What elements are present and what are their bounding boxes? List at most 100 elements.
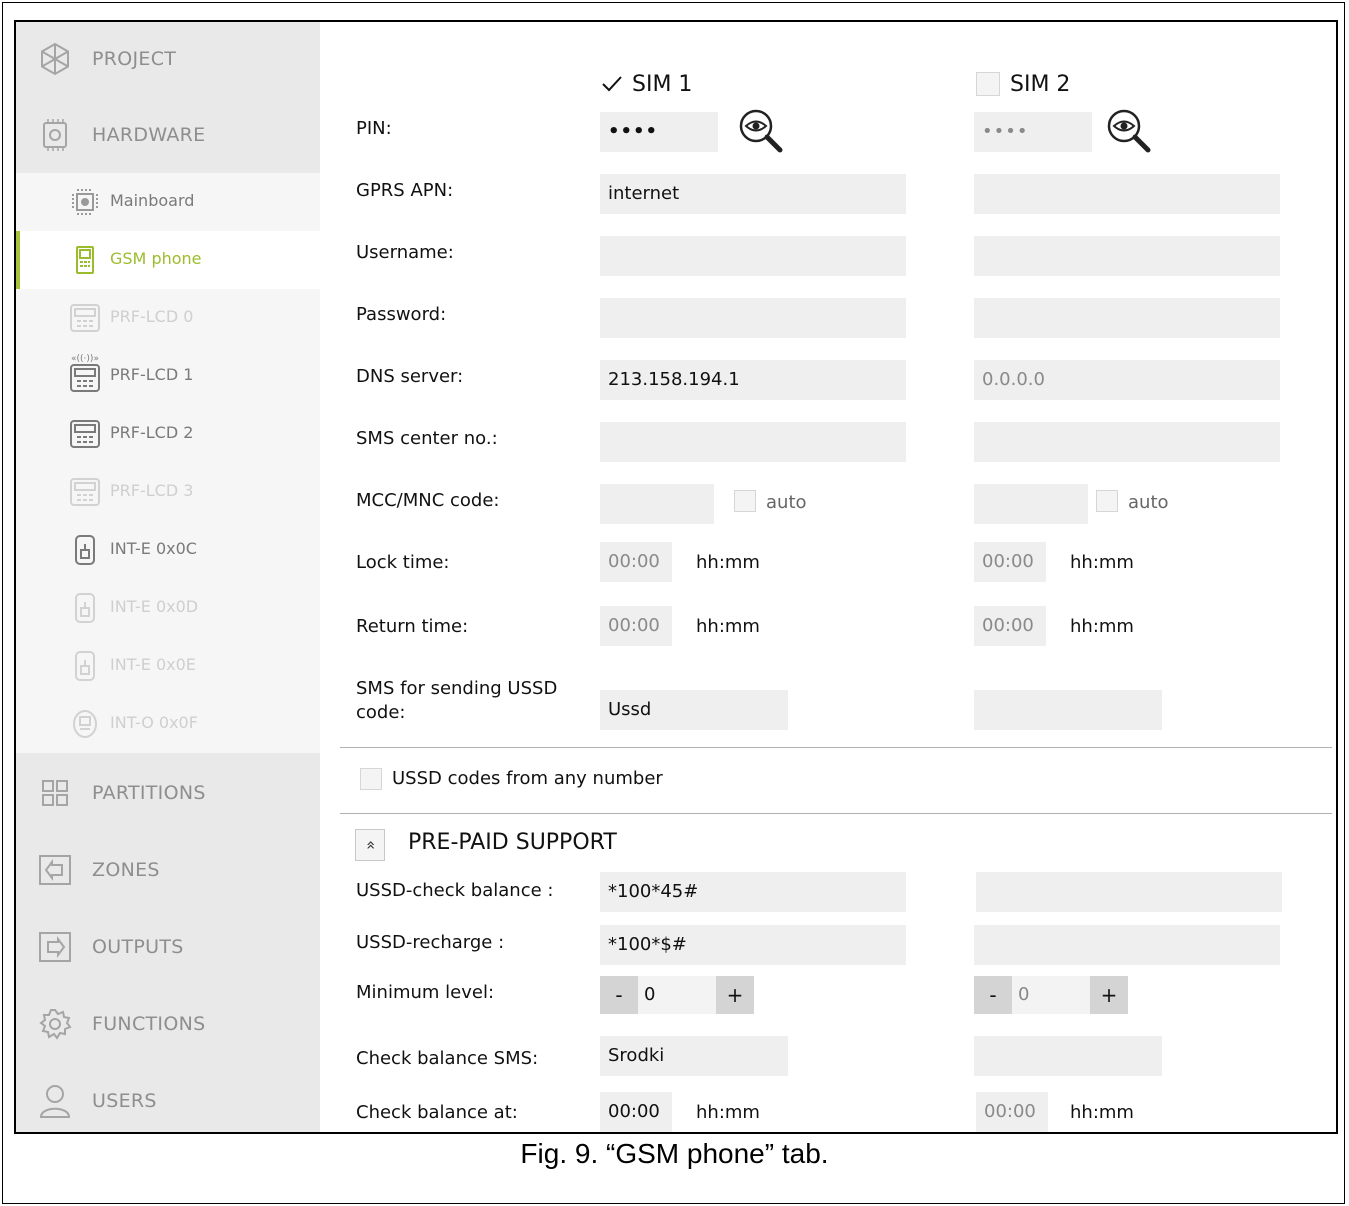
gear-icon: [38, 1007, 72, 1041]
ussd-sms-label-line1: SMS for sending USSD: [356, 678, 558, 699]
sim2-pin-field[interactable]: ••••: [974, 112, 1092, 152]
nav-hardware-label: HARDWARE: [92, 124, 206, 146]
nav-outputs[interactable]: OUTPUTS: [16, 930, 320, 964]
sim2-show-pin-button[interactable]: [1106, 108, 1154, 154]
sim1-pin-field[interactable]: ••••: [600, 112, 718, 152]
sidebar-item-int-e-0x0d[interactable]: INT-E 0x0D: [16, 579, 320, 637]
return-time-label: Return time:: [356, 616, 469, 637]
sidebar-item-prf-lcd-3[interactable]: PRF-LCD 3: [16, 463, 320, 521]
sim2-dns-field[interactable]: 0.0.0.0: [974, 360, 1280, 400]
checkmark-icon: [602, 76, 622, 92]
magnifier-eye-icon: [1107, 109, 1151, 153]
sim2-min-level-increment[interactable]: +: [1090, 976, 1128, 1014]
sim1-mcc-auto-checkbox[interactable]: [734, 490, 756, 512]
sim1-dns-field[interactable]: 213.158.194.1: [600, 360, 906, 400]
sim1-check-balance-field[interactable]: *100*45#: [600, 872, 906, 912]
phone-icon: [68, 243, 102, 277]
sim2-min-level-value[interactable]: 0: [1012, 976, 1090, 1014]
sim1-recharge-field[interactable]: *100*$#: [600, 925, 906, 965]
nav-partitions-label: PARTITIONS: [92, 782, 206, 804]
check-balance-label: USSD-check balance :: [356, 880, 554, 901]
nav-partitions[interactable]: PARTITIONS: [16, 776, 320, 810]
outputs-icon: [38, 930, 72, 964]
sidebar-item-label: INT-E 0x0E: [110, 655, 196, 674]
nav-project[interactable]: PROJECT: [16, 42, 320, 76]
sim1-label: SIM 1: [632, 72, 693, 97]
sim2-apn-field[interactable]: [974, 174, 1280, 214]
sim1-check-at-unit: hh:mm: [696, 1102, 760, 1123]
sidebar-item-gsm-phone[interactable]: GSM phone: [16, 231, 320, 289]
svg-text:«((·))»: «((·))»: [71, 354, 99, 364]
app-window: PROJECT HARDWARE Mainboard GSM phone PRF…: [14, 20, 1338, 1134]
sim2-min-level-decrement[interactable]: -: [974, 976, 1012, 1014]
sim2-recharge-field[interactable]: [974, 925, 1280, 965]
nav-hardware[interactable]: HARDWARE: [16, 118, 320, 152]
keypad-icon: [68, 475, 102, 509]
sim1-apn-field[interactable]: internet: [600, 174, 906, 214]
sidebar-item-label: GSM phone: [110, 249, 202, 268]
wireless-keypad-icon: «((·))»: [68, 353, 102, 393]
sim2-username-field[interactable]: [974, 236, 1280, 276]
partitions-icon: [38, 776, 72, 810]
check-at-label: Check balance at:: [356, 1102, 518, 1123]
sim2-lock-time-field[interactable]: 00:00: [974, 542, 1046, 582]
sim2-return-time-field[interactable]: 00:00: [974, 606, 1046, 646]
sim1-check-at-field[interactable]: 00:00: [600, 1092, 672, 1132]
sim1-min-level-value[interactable]: 0: [638, 976, 716, 1014]
sim2-mcc-auto-checkbox[interactable]: [1096, 490, 1118, 512]
ussd-any-number-label: USSD codes from any number: [392, 768, 663, 789]
password-label: Password:: [356, 304, 447, 325]
sim2-password-field[interactable]: [974, 298, 1280, 338]
sim2-ussd-sms-field[interactable]: [974, 690, 1162, 730]
figure-caption: Fig. 9. “GSM phone” tab.: [520, 1138, 829, 1169]
dns-label: DNS server:: [356, 366, 464, 387]
nav-zones[interactable]: ZONES: [16, 853, 320, 887]
sidebar-item-int-e-0x0e[interactable]: INT-E 0x0E: [16, 637, 320, 695]
sms-center-label: SMS center no.:: [356, 428, 498, 449]
pin-label: PIN:: [356, 118, 392, 139]
nav-functions[interactable]: FUNCTIONS: [16, 1007, 320, 1041]
sidebar-item-int-e-0x0c[interactable]: INT-E 0x0C: [16, 521, 320, 579]
sim1-ussd-sms-field[interactable]: Ussd: [600, 690, 788, 730]
sim1-lock-time-field[interactable]: 00:00: [600, 542, 672, 582]
sidebar-item-prf-lcd-2[interactable]: PRF-LCD 2: [16, 405, 320, 463]
apn-label: GPRS APN:: [356, 180, 454, 201]
min-level-label: Minimum level:: [356, 982, 495, 1003]
sim2-check-at-field[interactable]: 00:00: [976, 1092, 1048, 1132]
sim1-check-sms-field[interactable]: Srodki: [600, 1036, 788, 1076]
sim1-return-time-field[interactable]: 00:00: [600, 606, 672, 646]
sidebar-item-label: Mainboard: [110, 191, 195, 210]
sim1-mcc-field[interactable]: [600, 484, 714, 524]
sim1-username-field[interactable]: [600, 236, 906, 276]
lock-time-label: Lock time:: [356, 552, 450, 573]
sim1-show-pin-button[interactable]: [738, 108, 786, 154]
sidebar-item-prf-lcd-0[interactable]: PRF-LCD 0: [16, 289, 320, 347]
sim2-checkbox[interactable]: [976, 72, 1000, 96]
project-icon: [38, 42, 72, 76]
sidebar-item-label: INT-E 0x0C: [110, 539, 197, 558]
sim1-checkbox[interactable]: [600, 72, 624, 96]
sim2-sms-center-field[interactable]: [974, 422, 1280, 462]
sim2-check-sms-field[interactable]: [974, 1036, 1162, 1076]
sim1-min-level-decrement[interactable]: -: [600, 976, 638, 1014]
sidebar-item-mainboard[interactable]: Mainboard: [16, 173, 320, 231]
sidebar: PROJECT HARDWARE Mainboard GSM phone PRF…: [16, 22, 320, 1132]
sidebar-item-label: PRF-LCD 0: [110, 307, 194, 326]
sim1-min-level-increment[interactable]: +: [716, 976, 754, 1014]
recharge-label: USSD-recharge :: [356, 932, 505, 953]
sim1-mcc-auto-label: auto: [766, 492, 807, 513]
ussd-any-number-checkbox[interactable]: [360, 768, 382, 790]
sidebar-item-prf-lcd-1[interactable]: «((·))» PRF-LCD 1: [16, 347, 320, 405]
sim2-check-balance-field[interactable]: [976, 872, 1282, 912]
double-chevron-up-icon: «: [362, 840, 381, 850]
sidebar-item-label: PRF-LCD 1: [110, 365, 194, 384]
sidebar-item-int-o-0x0f[interactable]: INT-O 0x0F: [16, 695, 320, 753]
sim1-password-field[interactable]: [600, 298, 906, 338]
sim2-check-at-unit: hh:mm: [1070, 1102, 1134, 1123]
sim2-mcc-field[interactable]: [974, 484, 1088, 524]
mcc-label: MCC/MNC code:: [356, 490, 500, 511]
prepaid-collapse-button[interactable]: «: [355, 829, 385, 861]
nav-users[interactable]: USERS: [16, 1084, 320, 1118]
sim1-sms-center-field[interactable]: [600, 422, 906, 462]
expander-icon: [68, 591, 102, 625]
